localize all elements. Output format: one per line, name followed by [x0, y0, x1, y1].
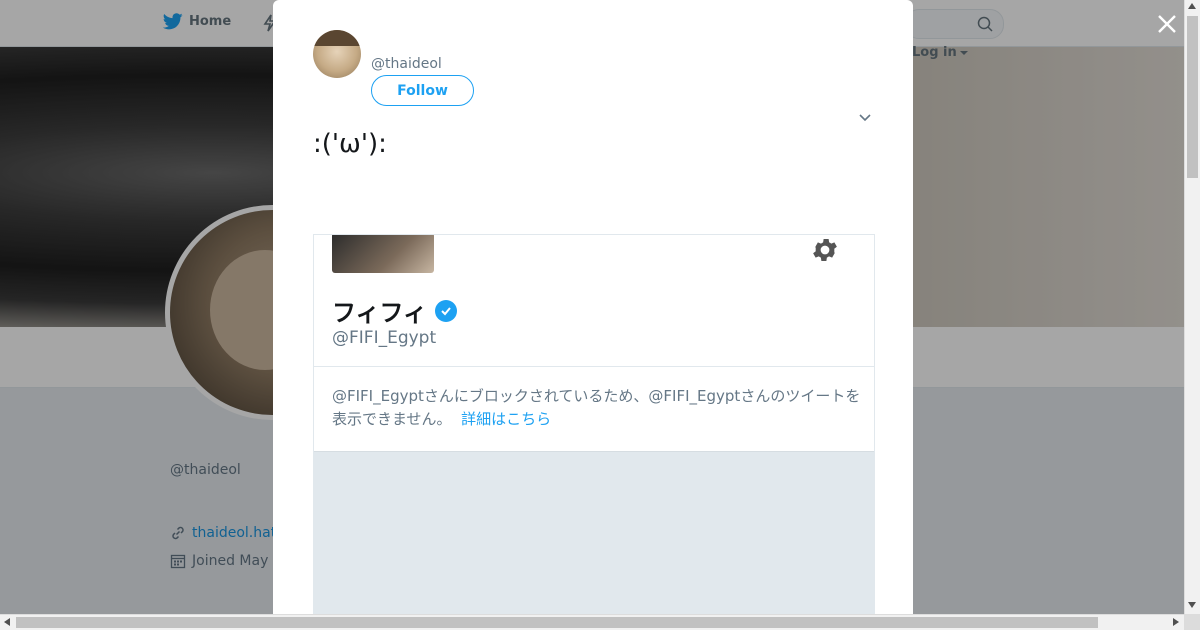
scroll-up-arrow-icon[interactable]: [1188, 3, 1196, 9]
scroll-right-arrow-icon[interactable]: [1173, 618, 1179, 626]
tweet-text-line-1: :('ω'):: [313, 129, 387, 159]
embed-account-name-label: フィフィ: [332, 299, 428, 327]
embed-empty-area: [314, 451, 874, 614]
scroll-down-arrow-icon[interactable]: [1188, 602, 1196, 608]
horizontal-scrollbar[interactable]: [0, 614, 1184, 630]
embed-avatar-thumbnail: [332, 235, 434, 273]
chevron-down-icon[interactable]: [859, 113, 871, 123]
vertical-scroll-thumb[interactable]: [1187, 16, 1198, 178]
embed-account-handle: @FIFI_Egypt: [332, 328, 437, 348]
scrollbar-corner: [1184, 614, 1200, 630]
gear-icon: [813, 239, 837, 261]
tweet-author-handle[interactable]: @thaideol: [371, 56, 442, 72]
horizontal-scroll-thumb[interactable]: [16, 617, 1098, 628]
close-icon[interactable]: [1156, 13, 1178, 35]
follow-button[interactable]: Follow: [371, 75, 474, 106]
scroll-left-arrow-icon[interactable]: [4, 618, 10, 626]
embed-blocked-text: @FIFI_Egyptさんにブロックされているため、@FIFI_Egyptさんの…: [332, 387, 861, 428]
vertical-scrollbar[interactable]: [1184, 0, 1200, 614]
embedded-image[interactable]: フィフィ @FIFI_Egypt @FIFI_Egyptさんにブロックされている…: [313, 234, 875, 614]
embed-learn-more-link: 詳細はこちら: [461, 410, 552, 428]
embed-divider: [314, 366, 874, 367]
tweet-modal: @thaideol Follow フィフィ @FIFI_Egypt @FIFI_…: [273, 0, 913, 614]
verified-badge-icon: [435, 299, 458, 322]
embed-account-name: フィフィ: [332, 293, 458, 328]
tweet-author-avatar[interactable]: [313, 30, 361, 78]
tweet-text: :('ω'):: [313, 128, 387, 160]
embed-blocked-message: @FIFI_Egyptさんにブロックされているため、@FIFI_Egyptさんの…: [332, 385, 862, 431]
